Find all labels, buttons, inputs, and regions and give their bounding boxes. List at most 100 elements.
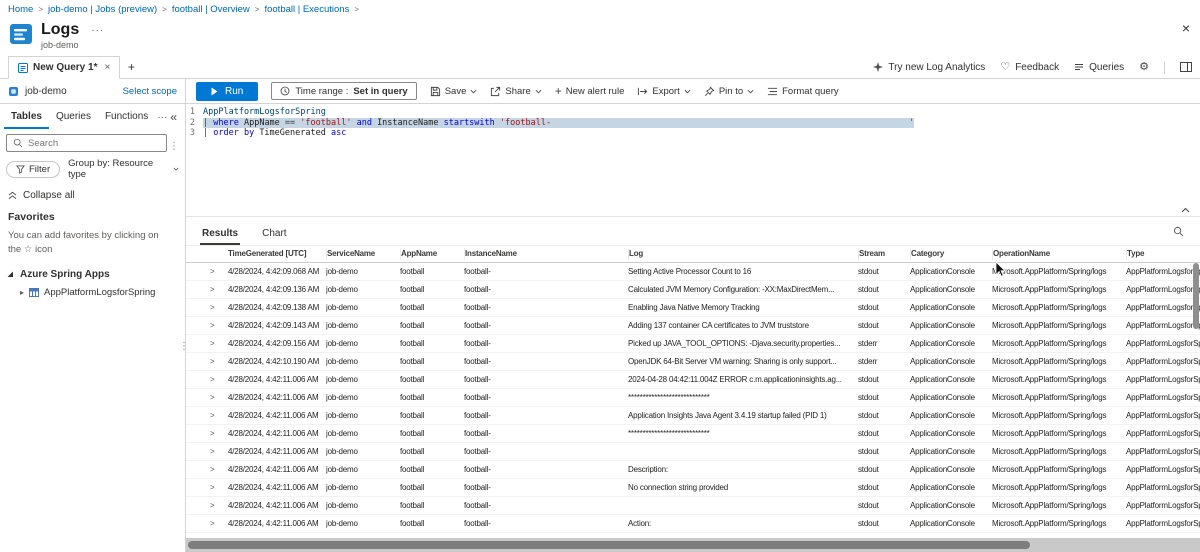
vertical-scrollbar-thumb[interactable] (1193, 263, 1199, 329)
cell-instance: football- (464, 321, 628, 330)
query-tab-icon (18, 63, 28, 73)
breadcrumb-link[interactable]: football | Executions (264, 4, 349, 15)
row-expander-icon[interactable]: > (196, 429, 228, 438)
result-row[interactable]: >4/28/2024, 4:42:11.006 AMjob-demofootba… (186, 371, 1200, 389)
queries-button[interactable]: Queries (1074, 62, 1124, 73)
header-more-button[interactable]: ··· (91, 25, 104, 36)
row-expander-icon[interactable]: > (196, 483, 228, 492)
breadcrumb-link[interactable]: football | Overview (172, 4, 250, 15)
result-row[interactable]: >4/28/2024, 4:42:11.006 AMjob-demofootba… (186, 515, 1200, 533)
drag-handle[interactable]: ⋮ (169, 142, 179, 152)
tab-functions[interactable]: Functions (98, 105, 155, 129)
tab-close-icon[interactable]: × (104, 62, 110, 73)
settings-button[interactable]: ⚙ (1139, 62, 1149, 73)
close-icon[interactable]: × (1182, 20, 1190, 36)
tree-group-azure-spring-apps[interactable]: Azure Spring Apps (6, 269, 179, 280)
result-row[interactable]: >4/28/2024, 4:42:09.138 AMjob-demofootba… (186, 299, 1200, 317)
export-button[interactable]: Export (637, 86, 690, 97)
select-scope-link[interactable]: Select scope (123, 86, 177, 97)
result-row[interactable]: >4/28/2024, 4:42:11.006 AMjob-demofootba… (186, 479, 1200, 497)
row-expander-icon[interactable]: > (196, 519, 228, 528)
row-expander-icon[interactable]: > (196, 303, 228, 312)
row-expander-icon[interactable]: > (196, 447, 228, 456)
time-range-picker[interactable]: Time range : Set in query (271, 82, 416, 100)
row-expander-icon[interactable]: > (196, 285, 228, 294)
row-expander-icon[interactable]: > (196, 465, 228, 474)
try-new-log-analytics-button[interactable]: Try new Log Analytics (873, 62, 985, 73)
collapse-all-button[interactable]: Collapse all (8, 190, 177, 201)
query-editor[interactable]: 1AppPlatformLogsforSpring2| where AppNam… (186, 104, 1200, 216)
code-line[interactable]: 2| where AppName == 'football' and Insta… (186, 118, 1200, 129)
group-by-dropdown[interactable]: Group by: Resource type (68, 158, 179, 180)
row-expander-icon[interactable]: > (196, 339, 228, 348)
cell-app: football (400, 321, 464, 330)
row-expander-icon[interactable]: > (196, 357, 228, 366)
result-row[interactable]: >4/28/2024, 4:42:11.006 AMjob-demofootba… (186, 443, 1200, 461)
column-header[interactable]: AppName (400, 248, 464, 260)
cell-instance: football- (464, 339, 628, 348)
search-input[interactable] (28, 138, 160, 149)
tab-chart[interactable]: Chart (260, 224, 288, 245)
row-expander-icon[interactable]: > (196, 375, 228, 384)
column-header[interactable]: Stream (858, 248, 910, 260)
format-query-button[interactable]: Format query (767, 86, 839, 97)
column-header[interactable]: ServiceName (326, 248, 400, 260)
save-button[interactable]: Save (430, 86, 478, 97)
row-expander-icon[interactable]: > (196, 411, 228, 420)
pin-to-button[interactable]: Pin to (704, 86, 754, 97)
column-header[interactable]: TimeGenerated [UTC] (228, 248, 326, 260)
layout-button[interactable] (1180, 62, 1192, 72)
sidebar-search[interactable] (6, 134, 167, 152)
tree-item-appplatformlogsforspring[interactable]: ▸ AppPlatformLogsforSpring (20, 287, 179, 298)
column-header[interactable]: Category (910, 248, 992, 260)
page-subtitle: job-demo (41, 40, 104, 50)
cell-instance: football- (464, 303, 628, 312)
result-row[interactable]: >4/28/2024, 4:42:09.156 AMjob-demofootba… (186, 335, 1200, 353)
row-expander-icon[interactable]: > (196, 393, 228, 402)
tab-new-query-1[interactable]: New Query 1* × (8, 56, 120, 79)
result-row[interactable]: >4/28/2024, 4:42:10.190 AMjob-demofootba… (186, 353, 1200, 371)
run-button[interactable]: Run (196, 82, 258, 101)
share-button[interactable]: Share (490, 86, 541, 97)
result-row[interactable]: >4/28/2024, 4:42:09.068 AMjob-demofootba… (186, 263, 1200, 281)
sidebar-collapse-icon[interactable]: « (170, 110, 181, 124)
column-header[interactable]: Log (628, 248, 858, 260)
result-row[interactable]: >4/28/2024, 4:42:09.136 AMjob-demofootba… (186, 281, 1200, 299)
horizontal-scrollbar-thumb[interactable] (188, 541, 1030, 549)
cell-app: football (400, 375, 464, 384)
command-bar: Run Time range : Set in query Save Share… (186, 79, 1200, 103)
row-expander-icon[interactable]: > (196, 501, 228, 510)
column-header[interactable]: InstanceName (464, 248, 628, 260)
feedback-button[interactable]: ♡ Feedback (1000, 62, 1059, 73)
filter-button[interactable]: Filter (6, 161, 60, 178)
result-row[interactable]: >4/28/2024, 4:42:09.143 AMjob-demofootba… (186, 317, 1200, 335)
code-line[interactable]: 1AppPlatformLogsforSpring (186, 107, 1200, 118)
cell-time: 4/28/2024, 4:42:11.006 AM (228, 519, 326, 528)
editor-collapse-icon[interactable] (1181, 207, 1190, 213)
result-row[interactable]: >4/28/2024, 4:42:11.006 AMjob-demofootba… (186, 407, 1200, 425)
column-header[interactable]: Type (1126, 248, 1200, 260)
tab-results[interactable]: Results (200, 224, 240, 245)
code-line[interactable]: 3| order by TimeGenerated asc (186, 128, 1200, 139)
results-search-icon[interactable] (1173, 226, 1184, 237)
result-row[interactable]: >4/28/2024, 4:42:11.006 AMjob-demofootba… (186, 461, 1200, 479)
tab-queries[interactable]: Queries (49, 105, 98, 129)
splitter-grip[interactable]: ⋮ (179, 342, 189, 352)
row-expander-icon[interactable]: > (196, 321, 228, 330)
breadcrumb-link[interactable]: job-demo | Jobs (preview) (48, 4, 157, 15)
horizontal-scrollbar[interactable] (186, 538, 1200, 552)
sidebar-more-button[interactable]: ··· (157, 112, 167, 123)
cell-log: Calculated JVM Memory Configuration: -XX… (628, 285, 858, 294)
result-row[interactable]: >4/28/2024, 4:42:11.006 AMjob-demofootba… (186, 425, 1200, 443)
column-header[interactable]: OperationName (992, 248, 1126, 260)
result-row[interactable]: >4/28/2024, 4:42:11.006 AMjob-demofootba… (186, 497, 1200, 515)
tab-tables[interactable]: Tables (4, 105, 49, 129)
cell-operation: Microsoft.AppPlatform/Spring/logs (992, 483, 1126, 492)
vertical-scrollbar[interactable] (1193, 263, 1199, 531)
new-alert-rule-button[interactable]: + New alert rule (555, 85, 625, 97)
new-tab-button[interactable]: + (120, 56, 142, 78)
result-row[interactable]: >4/28/2024, 4:42:11.006 AMjob-demofootba… (186, 389, 1200, 407)
row-expander-icon[interactable]: > (196, 267, 228, 276)
breadcrumb-link[interactable]: Home (8, 4, 33, 15)
cell-service: job-demo (326, 483, 400, 492)
